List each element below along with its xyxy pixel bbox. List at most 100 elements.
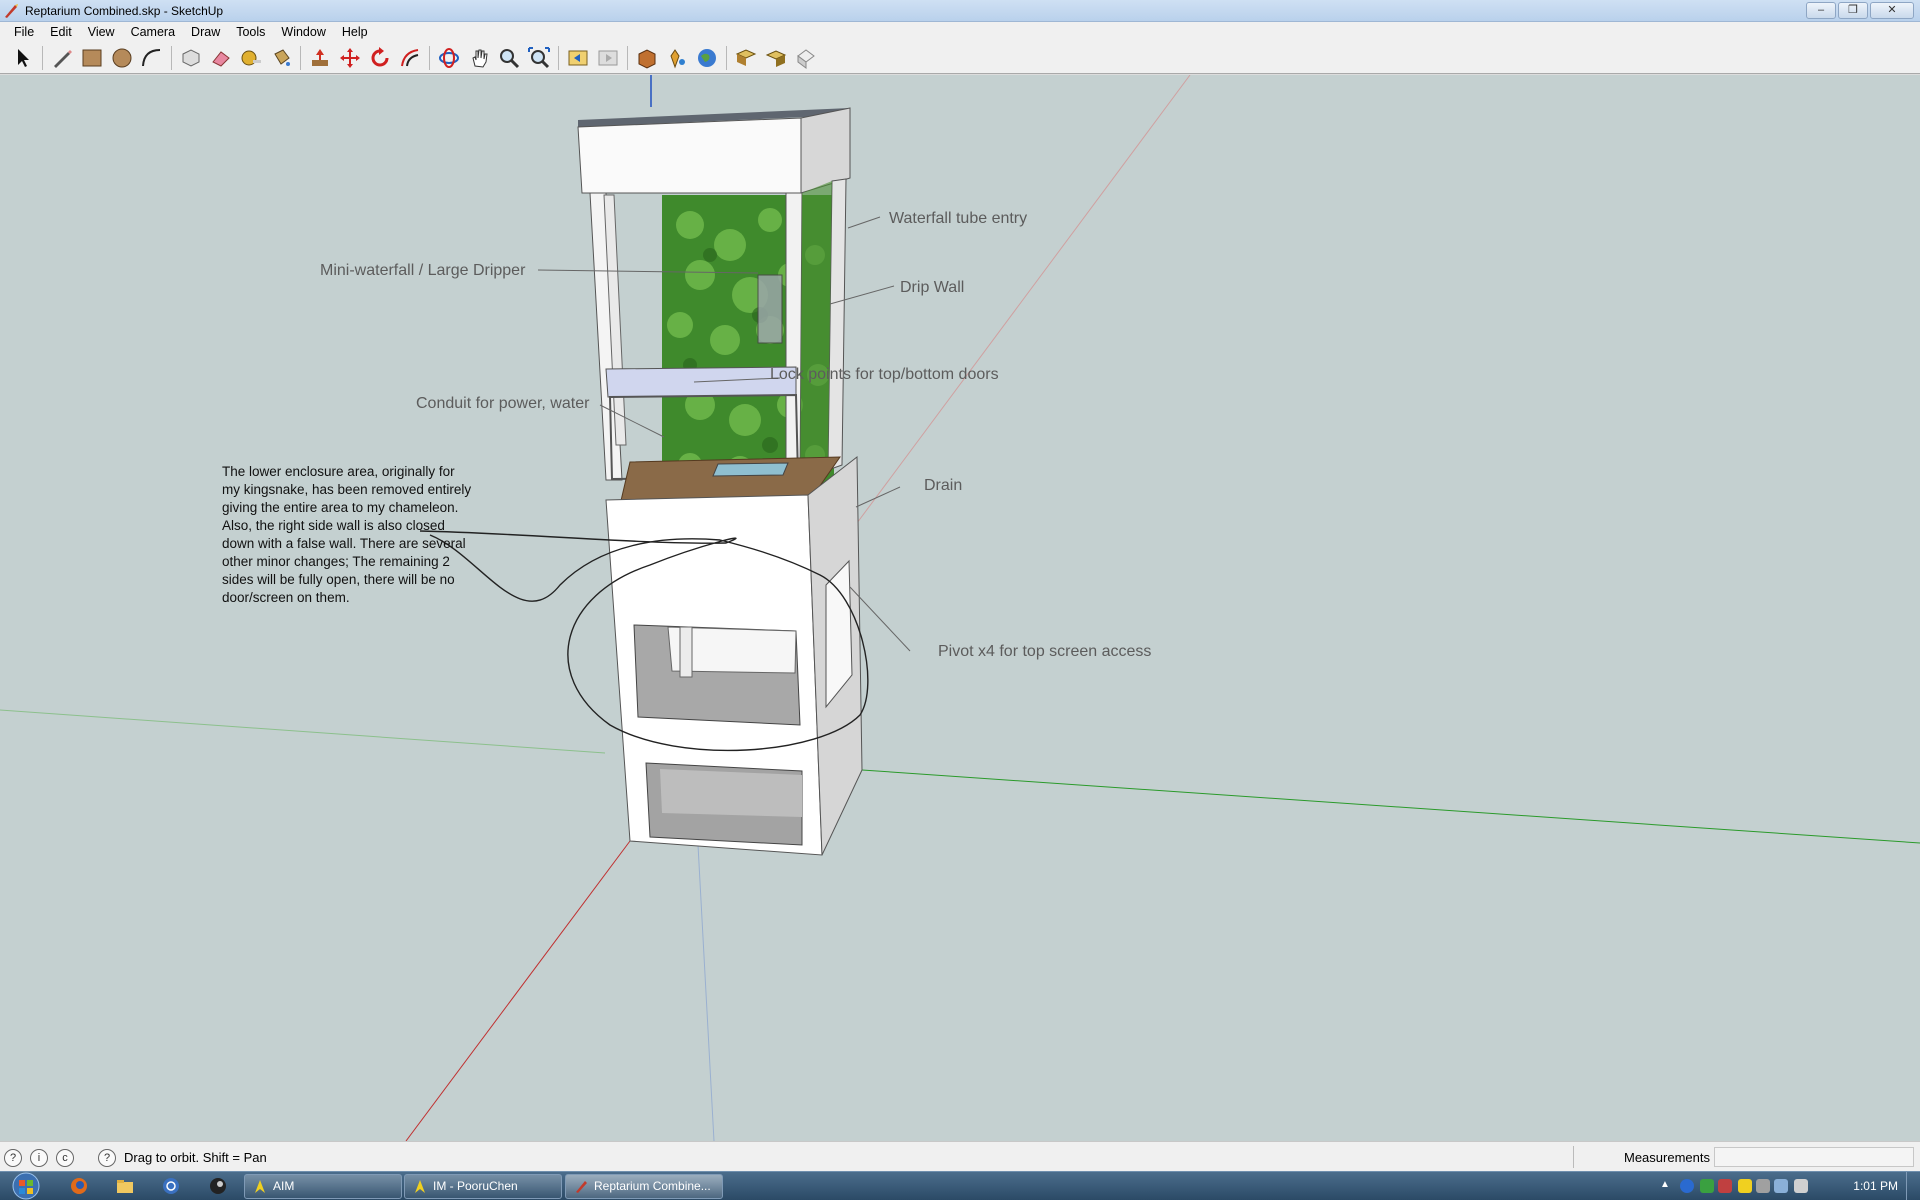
taskbar-clock[interactable]: 1:01 PM bbox=[1853, 1179, 1898, 1193]
rotate-icon bbox=[371, 46, 389, 66]
task-sketchup[interactable]: Reptarium Combine... bbox=[565, 1174, 723, 1199]
dripper-box bbox=[757, 274, 783, 344]
quicklaunch-steam[interactable] bbox=[207, 1176, 229, 1196]
close-button[interactable]: ✕ bbox=[1870, 2, 1914, 19]
quicklaunch-explorer[interactable] bbox=[114, 1176, 136, 1196]
toolbar-separator bbox=[558, 45, 559, 70]
push-pull-icon bbox=[312, 48, 328, 66]
next-view-icon bbox=[598, 50, 618, 65]
zoom-tool[interactable] bbox=[494, 44, 524, 72]
menu-draw[interactable]: Draw bbox=[183, 25, 228, 39]
offset-tool[interactable] bbox=[395, 44, 425, 72]
label-waterfall-tube-entry: Waterfall tube entry bbox=[889, 210, 1028, 227]
restore-button[interactable]: ❐ bbox=[1838, 2, 1868, 19]
pencil-icon bbox=[54, 49, 72, 68]
window-title: Reptarium Combined.skp - SketchUp bbox=[25, 4, 224, 18]
sketchup-app-icon bbox=[576, 1181, 587, 1193]
rectangle-tool[interactable] bbox=[77, 44, 107, 72]
push-pull-tool[interactable] bbox=[305, 44, 335, 72]
drain-grate bbox=[712, 462, 789, 477]
select-tool[interactable] bbox=[8, 44, 38, 72]
menu-view[interactable]: View bbox=[80, 25, 123, 39]
show-desktop-button[interactable] bbox=[1906, 1172, 1920, 1200]
maximize-icon: ❐ bbox=[1848, 4, 1858, 16]
circle-icon bbox=[112, 48, 132, 67]
tape-measure-tool[interactable] bbox=[236, 44, 266, 72]
quicklaunch-browser[interactable] bbox=[160, 1176, 182, 1196]
tray-expand-icon[interactable]: ▲ bbox=[1660, 1179, 1674, 1193]
zoom-extents-tool[interactable] bbox=[524, 44, 554, 72]
model-scene bbox=[0, 75, 1920, 1141]
main-toolbar bbox=[0, 42, 1920, 74]
start-button[interactable] bbox=[6, 1172, 46, 1200]
menu-help[interactable]: Help bbox=[334, 25, 376, 39]
sketchup-app-icon bbox=[5, 4, 18, 18]
line-tool[interactable] bbox=[47, 44, 77, 72]
toolbar-separator bbox=[300, 45, 301, 70]
select-icon bbox=[18, 48, 29, 67]
leader-drain bbox=[855, 486, 901, 508]
label-conduit: Conduit for power, water bbox=[416, 395, 590, 412]
eraser-tool[interactable] bbox=[206, 44, 236, 72]
right-glass bbox=[800, 181, 832, 480]
make-component-icon bbox=[182, 48, 200, 67]
pan-tool[interactable] bbox=[464, 44, 494, 72]
tape-measure-icon bbox=[241, 50, 261, 65]
menu-bar: File Edit View Camera Draw Tools Window … bbox=[0, 22, 1920, 42]
menu-window[interactable]: Window bbox=[273, 25, 333, 39]
arc-tool[interactable] bbox=[137, 44, 167, 72]
mid-post bbox=[785, 192, 803, 481]
get-models-icon bbox=[638, 48, 656, 69]
steam-icon bbox=[210, 1178, 226, 1194]
previous-view-tool[interactable] bbox=[563, 44, 593, 72]
menu-file[interactable]: File bbox=[6, 25, 42, 39]
circle-tool[interactable] bbox=[107, 44, 137, 72]
measurements-label: Measurements bbox=[1624, 1150, 1710, 1165]
minimize-button[interactable]: – bbox=[1806, 2, 1836, 19]
menu-camera[interactable]: Camera bbox=[123, 25, 183, 39]
component-warehouse-tool[interactable] bbox=[791, 44, 821, 72]
minimize-icon: – bbox=[1817, 4, 1825, 16]
tray-app-icon[interactable] bbox=[1700, 1179, 1714, 1193]
task-im-pooruchen[interactable]: IM - PooruChen bbox=[404, 1174, 562, 1199]
tray-bluetooth-icon[interactable] bbox=[1680, 1179, 1694, 1193]
status-hint: Drag to orbit. Shift = Pan bbox=[124, 1150, 267, 1165]
get-photo-tool[interactable] bbox=[731, 44, 761, 72]
rotate-tool[interactable] bbox=[365, 44, 395, 72]
system-tray: ▲ 1:01 PM bbox=[1660, 1172, 1920, 1200]
quicklaunch-firefox[interactable] bbox=[68, 1176, 90, 1196]
share-component-tool[interactable] bbox=[761, 44, 791, 72]
red-axis bbox=[405, 840, 631, 1141]
geo-location-icon[interactable]: ? bbox=[4, 1149, 22, 1167]
tray-volume-icon[interactable] bbox=[1794, 1179, 1808, 1193]
aim-icon bbox=[255, 1180, 265, 1193]
user-icon[interactable]: c bbox=[56, 1149, 74, 1167]
label-drip-wall: Drip Wall bbox=[900, 279, 965, 296]
tray-device-icon[interactable] bbox=[1756, 1179, 1770, 1193]
toolbar-separator bbox=[726, 45, 727, 70]
next-view-tool[interactable] bbox=[593, 44, 623, 72]
paint-bucket-tool[interactable] bbox=[266, 44, 296, 72]
tray-network-icon[interactable] bbox=[1774, 1179, 1788, 1193]
cabinet-lid-front bbox=[577, 117, 802, 194]
credits-icon[interactable]: i bbox=[30, 1149, 48, 1167]
menu-edit[interactable]: Edit bbox=[42, 25, 80, 39]
get-models-tool[interactable] bbox=[632, 44, 662, 72]
move-tool[interactable] bbox=[335, 44, 365, 72]
model-viewport[interactable]: Waterfall tube entry Mini-waterfall / La… bbox=[0, 75, 1920, 1141]
blue-axis-dashed bbox=[697, 844, 715, 1141]
orbit-tool[interactable] bbox=[434, 44, 464, 72]
tray-aim-icon[interactable] bbox=[1738, 1179, 1752, 1193]
zoom-extents-icon bbox=[528, 46, 550, 68]
google-earth-tool[interactable] bbox=[692, 44, 722, 72]
offset-icon bbox=[401, 48, 419, 66]
menu-tools[interactable]: Tools bbox=[228, 25, 273, 39]
make-component-tool[interactable] bbox=[176, 44, 206, 72]
move-icon bbox=[340, 47, 360, 68]
instructor-help-icon[interactable]: ? bbox=[98, 1149, 116, 1167]
previous-view-icon bbox=[568, 50, 588, 65]
tray-app-icon-2[interactable] bbox=[1718, 1179, 1732, 1193]
task-aim[interactable]: AIM bbox=[244, 1174, 402, 1199]
measurements-input[interactable] bbox=[1714, 1147, 1914, 1167]
share-model-tool[interactable] bbox=[662, 44, 692, 72]
